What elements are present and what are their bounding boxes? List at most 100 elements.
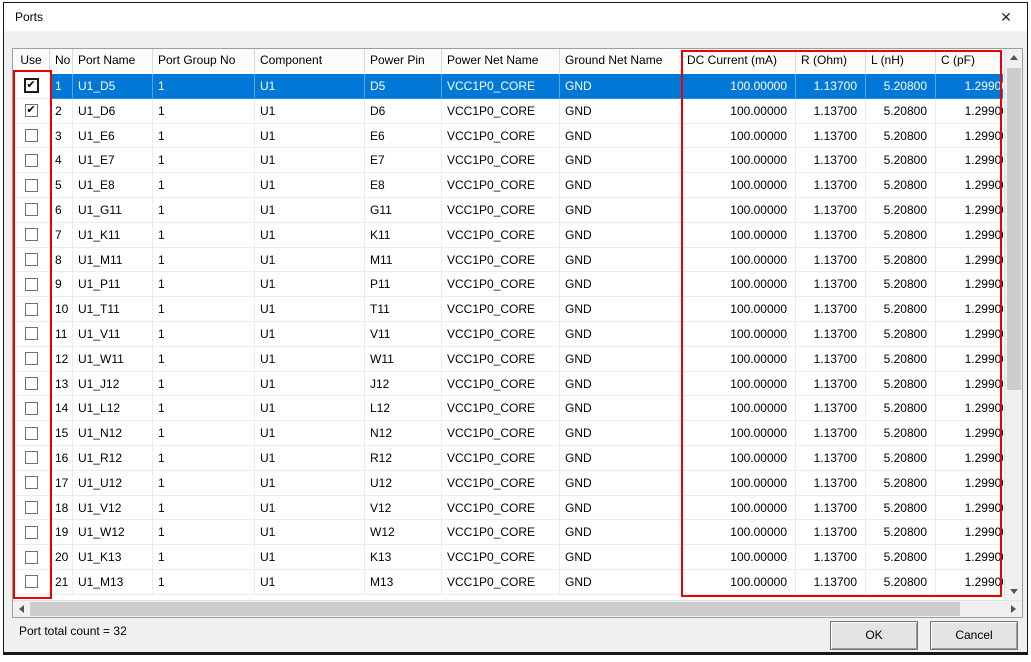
checkbox-unchecked-icon[interactable] (25, 278, 38, 291)
checkbox-unchecked-icon[interactable] (25, 451, 38, 464)
vertical-scrollbar[interactable] (1004, 49, 1022, 600)
cell-no: 13 (50, 372, 73, 397)
column-header-power_pin[interactable]: Power Pin (365, 49, 442, 73)
cell-c_pf: 1.29900 (936, 347, 1003, 372)
cell-power_net_name: VCC1P0_CORE (442, 272, 560, 297)
cell-power_pin: U12 (365, 471, 442, 496)
table-row[interactable]: 20U1_K131U1K13VCC1P0_COREGND100.000001.1… (13, 545, 1004, 570)
use-cell (13, 570, 50, 595)
table-row[interactable]: 16U1_R121U1R12VCC1P0_COREGND100.000001.1… (13, 446, 1004, 471)
table-row[interactable]: 17U1_U121U1U12VCC1P0_COREGND100.000001.1… (13, 471, 1004, 496)
close-icon[interactable]: ✕ (991, 6, 1021, 28)
cell-port_group_no: 1 (153, 297, 255, 322)
cell-port_name: U1_E6 (73, 124, 153, 149)
checkbox-unchecked-icon[interactable] (25, 253, 38, 266)
cell-port_name: U1_K13 (73, 545, 153, 570)
table-row[interactable]: 14U1_L121U1L12VCC1P0_COREGND100.000001.1… (13, 396, 1004, 421)
column-header-use[interactable]: Use (13, 49, 50, 73)
table-row[interactable]: ✔1U1_D51U1D5VCC1P0_COREGND100.000001.137… (13, 74, 1004, 99)
column-header-c_pf[interactable]: C (pF) (936, 49, 1003, 73)
column-header-r_ohm[interactable]: R (Ohm) (796, 49, 866, 73)
checkbox-unchecked-icon[interactable] (25, 501, 38, 514)
table-row[interactable]: 10U1_T111U1T11VCC1P0_COREGND100.000001.1… (13, 297, 1004, 322)
cell-value: 1.29900 (965, 520, 1003, 544)
cell-c_pf: 1.29900 (936, 198, 1003, 223)
cell-r_ohm: 1.13700 (796, 248, 866, 273)
cell-power_pin: T11 (365, 297, 442, 322)
cell-power_net_name: VCC1P0_CORE (442, 248, 560, 273)
scroll-right-icon[interactable] (1005, 601, 1022, 617)
ok-button[interactable]: OK (830, 621, 918, 650)
table-row[interactable]: 21U1_M131U1M13VCC1P0_COREGND100.000001.1… (13, 570, 1004, 595)
table-row[interactable]: 6U1_G111U1G11VCC1P0_COREGND100.000001.13… (13, 198, 1004, 223)
column-header-l_nh[interactable]: L (nH) (866, 49, 936, 73)
cell-port_group_no: 1 (153, 223, 255, 248)
column-header-ground_net_name[interactable]: Ground Net Name (560, 49, 682, 73)
cell-power_net_name: VCC1P0_CORE (442, 496, 560, 521)
table-row[interactable]: 5U1_E81U1E8VCC1P0_COREGND100.000001.1370… (13, 173, 1004, 198)
checkbox-unchecked-icon[interactable] (25, 129, 38, 142)
use-cell (13, 198, 50, 223)
checkbox-unchecked-icon[interactable] (25, 179, 38, 192)
checkbox-unchecked-icon[interactable] (25, 575, 38, 588)
horizontal-scrollbar[interactable] (13, 600, 1022, 617)
table-row[interactable]: 15U1_N121U1N12VCC1P0_COREGND100.000001.1… (13, 421, 1004, 446)
column-header-no[interactable]: No (50, 49, 73, 73)
table-row[interactable]: 18U1_V121U1V12VCC1P0_COREGND100.000001.1… (13, 496, 1004, 521)
table-row[interactable]: ✔2U1_D61U1D6VCC1P0_COREGND100.000001.137… (13, 99, 1004, 124)
column-header-port_group_no[interactable]: Port Group No (153, 49, 255, 73)
scroll-down-icon[interactable] (1005, 583, 1022, 600)
cell-power_pin: W11 (365, 347, 442, 372)
table-row[interactable]: 19U1_W121U1W12VCC1P0_COREGND100.000001.1… (13, 520, 1004, 545)
checkbox-unchecked-icon[interactable] (25, 203, 38, 216)
checkbox-unchecked-icon[interactable] (25, 402, 38, 415)
title-bar[interactable]: Ports ✕ (4, 3, 1027, 31)
cell-dc_current_ma: 100.00000 (682, 496, 796, 521)
column-header-dc_current_ma[interactable]: DC Current (mA) (682, 49, 796, 73)
checkbox-unchecked-icon[interactable] (25, 352, 38, 365)
column-header-component[interactable]: Component (255, 49, 365, 73)
table-row[interactable]: 4U1_E71U1E7VCC1P0_COREGND100.000001.1370… (13, 148, 1004, 173)
horizontal-scrollbar-thumb[interactable] (30, 602, 960, 616)
cell-l_nh: 5.20800 (866, 545, 936, 570)
table-row[interactable]: 3U1_E61U1E6VCC1P0_COREGND100.000001.1370… (13, 124, 1004, 149)
cell-l_nh: 5.20800 (866, 173, 936, 198)
cell-ground_net_name: GND (560, 496, 682, 521)
cell-c_pf: 1.29900 (936, 545, 1003, 570)
scroll-left-icon[interactable] (13, 601, 30, 617)
checkbox-checked-icon[interactable]: ✔ (24, 78, 39, 93)
vertical-scrollbar-thumb[interactable] (1007, 68, 1021, 390)
cell-port_group_no: 1 (153, 347, 255, 372)
cell-component: U1 (255, 396, 365, 421)
checkbox-unchecked-icon[interactable] (25, 526, 38, 539)
checkbox-unchecked-icon[interactable] (25, 377, 38, 390)
scroll-up-icon[interactable] (1005, 49, 1022, 66)
checkbox-unchecked-icon[interactable] (25, 476, 38, 489)
table-row[interactable]: 9U1_P111U1P11VCC1P0_COREGND100.000001.13… (13, 272, 1004, 297)
checkbox-unchecked-icon[interactable] (25, 154, 38, 167)
checkbox-unchecked-icon[interactable] (25, 551, 38, 564)
cell-value: 1.29900 (965, 446, 1003, 470)
table-row[interactable]: 12U1_W111U1W11VCC1P0_COREGND100.000001.1… (13, 347, 1004, 372)
column-header-port_name[interactable]: Port Name (73, 49, 153, 73)
cancel-button[interactable]: Cancel (930, 621, 1018, 650)
table-row[interactable]: 13U1_J121U1J12VCC1P0_COREGND100.000001.1… (13, 372, 1004, 397)
checkbox-unchecked-icon[interactable] (25, 228, 38, 241)
cell-port_name: U1_P11 (73, 272, 153, 297)
checkbox-unchecked-icon[interactable] (25, 327, 38, 340)
cell-no: 20 (50, 545, 73, 570)
use-cell (13, 471, 50, 496)
checkbox-unchecked-icon[interactable] (25, 303, 38, 316)
table-row[interactable]: 7U1_K111U1K11VCC1P0_COREGND100.000001.13… (13, 223, 1004, 248)
use-cell: ✔ (13, 99, 50, 124)
cell-power_net_name: VCC1P0_CORE (442, 520, 560, 545)
use-cell (13, 173, 50, 198)
checkbox-unchecked-icon[interactable] (25, 427, 38, 440)
cell-r_ohm: 1.13700 (796, 322, 866, 347)
column-header-power_net_name[interactable]: Power Net Name (442, 49, 560, 73)
table-row[interactable]: 8U1_M111U1M11VCC1P0_COREGND100.000001.13… (13, 248, 1004, 273)
cell-port_name: U1_D5 (73, 74, 153, 99)
cell-c_pf: 1.29900 (936, 272, 1003, 297)
table-row[interactable]: 11U1_V111U1V11VCC1P0_COREGND100.000001.1… (13, 322, 1004, 347)
checkbox-checked-icon[interactable]: ✔ (25, 104, 38, 117)
